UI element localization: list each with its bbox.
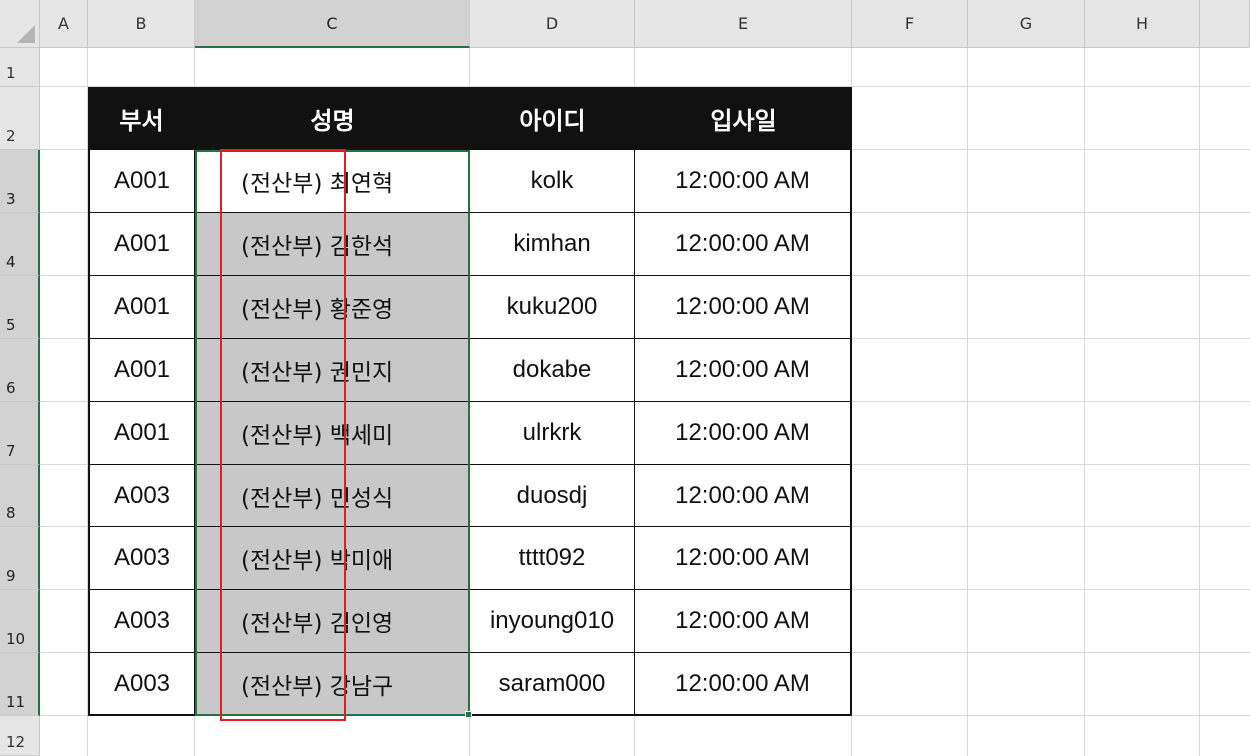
table-header-cell[interactable]: 부서 (88, 87, 195, 150)
column-header-a[interactable]: A (40, 0, 88, 48)
table-cell-id[interactable]: inyoung010 (470, 590, 635, 653)
column-header-d[interactable]: D (470, 0, 635, 48)
table-cell-dept[interactable]: A003 (88, 590, 195, 653)
table-header-cell[interactable]: 성명 (195, 87, 470, 150)
column-header-f[interactable]: F (852, 0, 968, 48)
column-header-c[interactable]: C (195, 0, 470, 48)
spreadsheet: ABCDEFGH 1 2 3 4 5 6 7 8 9 10 11 12 부서 성명 아이디 입사일 A001(… (0, 0, 1250, 756)
table-cell-id[interactable]: duosdj (470, 465, 635, 527)
row-header-9[interactable]: 9 (0, 527, 40, 590)
row-header-6[interactable]: 6 (0, 339, 40, 402)
column-header-g[interactable]: G (968, 0, 1085, 48)
column-header-blank[interactable] (1200, 0, 1250, 48)
row-header-5[interactable]: 5 (0, 276, 40, 339)
table-header-cell[interactable]: 입사일 (635, 87, 852, 150)
table-cell-dept[interactable]: A001 (88, 339, 195, 402)
table-cell-id[interactable]: dokabe (470, 339, 635, 402)
column-header-h[interactable]: H (1085, 0, 1200, 48)
row-header-11[interactable]: 11 (0, 653, 40, 716)
table-cell-dept[interactable]: A001 (88, 276, 195, 339)
row-header-12[interactable]: 12 (0, 716, 40, 756)
table-cell-dept[interactable]: A003 (88, 527, 195, 590)
table-cell-date[interactable]: 12:00:00 AM (635, 465, 852, 527)
column-header-b[interactable]: B (88, 0, 195, 48)
table-cell-id[interactable]: saram000 (470, 653, 635, 716)
table-cell-dept[interactable]: A001 (88, 150, 195, 213)
row-header-10[interactable]: 10 (0, 590, 40, 653)
table-cell-date[interactable]: 12:00:00 AM (635, 213, 852, 276)
table-cell-id[interactable]: ulrkrk (470, 402, 635, 465)
table-cell-dept[interactable]: A001 (88, 402, 195, 465)
table-header-cell[interactable]: 아이디 (470, 87, 635, 150)
table-cell-id[interactable]: tttt092 (470, 527, 635, 590)
row-header-2[interactable]: 2 (0, 87, 40, 150)
table-cell-date[interactable]: 12:00:00 AM (635, 276, 852, 339)
table-cell-date[interactable]: 12:00:00 AM (635, 653, 852, 716)
select-all-corner[interactable] (0, 0, 40, 48)
row-header-1[interactable]: 1 (0, 48, 40, 87)
row-header-8[interactable]: 8 (0, 465, 40, 527)
table-cell-dept[interactable]: A003 (88, 465, 195, 527)
table-cell-id[interactable]: kolk (470, 150, 635, 213)
table-cell-date[interactable]: 12:00:00 AM (635, 590, 852, 653)
select-all-triangle-icon (17, 25, 35, 43)
table-cell-date[interactable]: 12:00:00 AM (635, 402, 852, 465)
table-cell-dept[interactable]: A003 (88, 653, 195, 716)
table-cell-id[interactable]: kuku200 (470, 276, 635, 339)
column-header-e[interactable]: E (635, 0, 852, 48)
fill-handle[interactable] (465, 711, 472, 718)
gridline-vertical (1084, 48, 1085, 756)
table-cell-dept[interactable]: A001 (88, 213, 195, 276)
table-cell-date[interactable]: 12:00:00 AM (635, 150, 852, 213)
row-header-4[interactable]: 4 (0, 213, 40, 276)
table-cell-date[interactable]: 12:00:00 AM (635, 339, 852, 402)
table-cell-id[interactable]: kimhan (470, 213, 635, 276)
gridline-vertical (967, 48, 968, 756)
row-header-3[interactable]: 3 (0, 150, 40, 213)
table-cell-date[interactable]: 12:00:00 AM (635, 527, 852, 590)
gridline-vertical (1199, 48, 1200, 756)
highlight-box (220, 149, 346, 721)
row-header-7[interactable]: 7 (0, 402, 40, 465)
